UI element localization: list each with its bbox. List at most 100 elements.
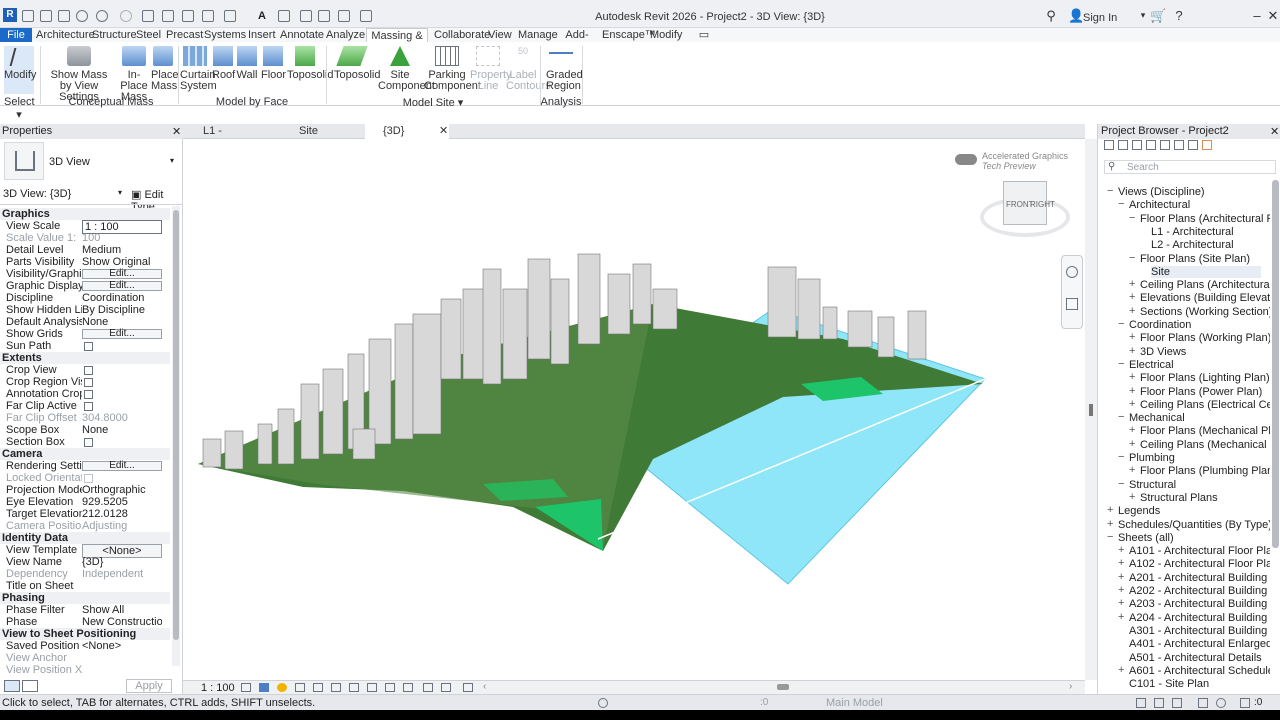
chevron-down-icon[interactable]: ▾ [1136,9,1150,23]
3d-view-icon[interactable] [278,10,290,22]
browser-item[interactable]: A501 - Architectural Details [1129,652,1262,664]
browser-item[interactable]: Plumbing [1129,452,1175,464]
tab-massing-site[interactable]: Massing & Site [366,28,428,56]
browser-item[interactable]: C101 - Site Plan [1129,678,1209,690]
roof-by-face-button[interactable]: Roof [212,46,235,81]
expand-icon[interactable]: + [1118,571,1124,583]
visual-style-icon[interactable] [259,683,269,692]
ribbon-toggle-icon[interactable]: ▭ [694,28,714,42]
select-pinned-icon[interactable] [1172,698,1182,708]
expand-icon[interactable]: + [1118,584,1124,596]
expand-icon[interactable]: + [1107,518,1113,530]
link-icon[interactable] [1202,140,1212,150]
select-links-icon[interactable] [1136,698,1146,708]
expand-icon[interactable]: + [1118,664,1124,676]
browser-item[interactable]: Ceiling Plans (Architectural Ceiling Pla [1140,279,1270,291]
browser-item[interactable]: L1 - Architectural [1151,226,1234,238]
in-place-mass-button[interactable]: In-Place Mass [118,46,150,103]
sun-path-icon[interactable] [277,683,287,692]
curtain-system-button[interactable]: Curtain System [180,46,217,92]
view-tab-3d[interactable]: {3D} ✕ [365,124,449,139]
section-extents[interactable]: Extents [0,352,170,364]
reveal-hidden-icon[interactable] [385,683,395,692]
property-row-view-name[interactable]: View Name {3D} [2,556,162,568]
schedules-icon[interactable] [1146,140,1156,150]
worksharing-display-icon[interactable] [463,683,473,692]
analysis-panel[interactable]: Analysis [540,96,582,108]
collapse-icon[interactable]: − [1118,451,1124,463]
close-window-icon[interactable]: ✕ [1266,9,1280,23]
detail-level-icon[interactable] [241,683,251,692]
graded-region-button[interactable]: Graded Region [546,46,583,92]
property-row-graphic-display[interactable]: Graphic Display Op...Edit... [2,280,162,292]
property-value[interactable]: New Construction [82,616,162,628]
browser-item[interactable]: L2 - Architectural [1151,239,1234,251]
help-icon[interactable] [4,680,20,692]
property-row-scope-box[interactable]: Scope Box None [2,424,162,436]
checkbox[interactable] [84,378,93,387]
sign-in-link[interactable]: Sign In [1083,12,1117,24]
expand-icon[interactable]: + [1118,544,1124,556]
property-row-locked-orient[interactable]: Locked Orientation [2,472,162,484]
tab-architecture[interactable]: Architecture [34,28,95,42]
collapse-icon[interactable]: − [1118,318,1124,330]
view-tab-site[interactable]: Site [281,124,365,139]
section-sheet_pos[interactable]: View to Sheet Positioning [0,628,170,640]
browser-item[interactable]: A201 - Architectural Building Elevations [1129,572,1270,584]
expand-icon[interactable]: + [1118,611,1124,623]
property-row-eye-elev[interactable]: Eye Elevation 929.5205 [2,496,162,508]
select-underlay-icon[interactable] [1154,698,1164,708]
sheets-icon[interactable] [1132,140,1142,150]
browser-item[interactable]: A204 - Architectural Building Elevations [1129,612,1270,624]
property-value[interactable]: None [82,424,162,436]
viewcube[interactable]: FRONT RIGHT [1003,181,1055,225]
tab-steel[interactable]: Steel [134,28,162,42]
worksets-icon[interactable] [598,698,608,708]
horizontal-scroll-thumb[interactable] [777,684,789,690]
lock-3d-view-icon[interactable] [349,683,359,692]
property-row-section-box[interactable]: Section Box [2,436,162,448]
tab-add-ins[interactable]: Add-Ins [560,28,594,55]
site-3d-model[interactable] [183,139,1085,680]
tab-collaborate[interactable]: Collaborate [432,28,490,42]
drawing-area-3d[interactable]: Accelerated Graphics Tech Preview FRONT … [183,139,1085,680]
revit-logo-icon[interactable]: R [3,8,17,22]
open-icon[interactable] [22,10,34,22]
close-tab-icon[interactable]: ✕ [439,124,448,139]
site-component-button[interactable]: Site Component [378,46,435,92]
collapse-icon[interactable]: − [1118,198,1124,210]
steering-wheel-icon[interactable] [1066,266,1078,278]
property-value[interactable]: <None> [82,640,162,652]
browser-item[interactable]: Ceiling Plans (Mechanical Ceiling Plan [1140,439,1270,451]
browser-organization-icon[interactable] [1118,140,1128,150]
browser-item[interactable]: Views (Discipline) [1118,186,1205,198]
analytical-model-icon[interactable] [403,683,413,692]
tab-annotate[interactable]: Annotate [278,28,324,42]
tab-precast[interactable]: Precast [164,28,203,42]
browser-item[interactable]: A202 - Architectural Building Elevations [1129,585,1270,597]
browser-item[interactable]: Sections (Working Section) [1140,306,1270,318]
properties-scrollbar[interactable] [172,206,180,666]
user-icon[interactable]: 👤 [1068,9,1084,23]
collapse-icon[interactable]: − [1118,358,1124,370]
minimize-icon[interactable]: – [1250,9,1264,23]
parking-component-button[interactable]: Parking Component [424,46,481,92]
browser-item[interactable]: Structural Plans [1140,492,1218,504]
model-site-panel[interactable]: Model Site ▾ [330,96,536,109]
tab-systems[interactable]: Systems [202,28,246,42]
expand-icon[interactable]: + [1129,331,1135,343]
property-row-parts-vis[interactable]: Parts Visibility Show Original [2,256,162,268]
browser-item[interactable]: Floor Plans (Mechanical Plan) [1140,425,1270,437]
section-graphics[interactable]: Graphics [0,208,170,220]
toposolid-button[interactable]: Toposolid [334,46,380,81]
select-panel[interactable]: Select ▾ [4,96,35,121]
collapse-icon[interactable]: − [1118,478,1124,490]
expand-icon[interactable]: + [1129,491,1135,503]
expand-icon[interactable]: + [1129,291,1135,303]
conceptual-mass-panel[interactable]: Conceptual Mass [46,96,176,108]
property-row-show-grids[interactable]: Show Grids Edit... [2,328,162,340]
expand-icon[interactable]: + [1118,597,1124,609]
expand-icon[interactable]: + [1129,464,1135,476]
instance-selector[interactable]: 3D View: {3D} [3,188,128,200]
wall-by-face-button[interactable]: Wall [236,46,258,81]
